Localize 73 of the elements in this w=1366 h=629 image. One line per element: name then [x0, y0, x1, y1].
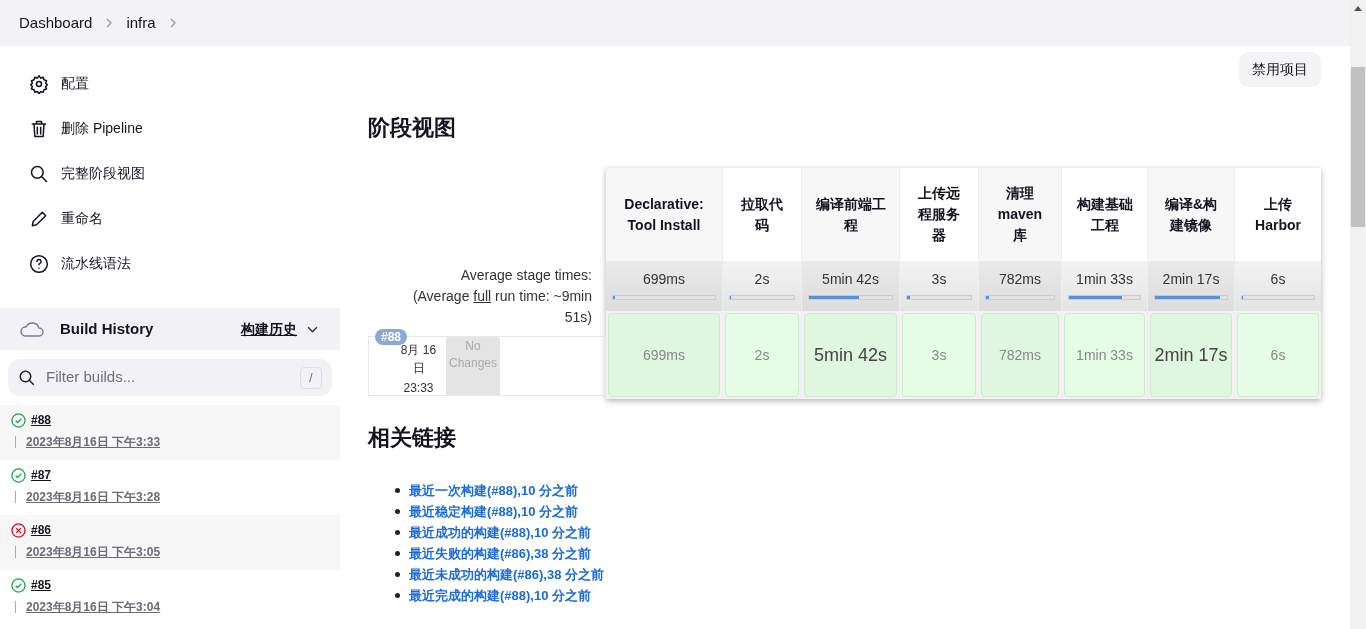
stage-average-cell: 2s: [723, 261, 801, 311]
stage-duration-cell: 5min 42s: [804, 313, 897, 397]
changes-box: No Changes: [446, 337, 500, 395]
stage-average-cell: 3s: [900, 261, 978, 311]
help-icon: [29, 253, 49, 274]
build-number-link[interactable]: #88: [31, 411, 52, 429]
bullet-icon: [395, 593, 400, 598]
disable-project-button[interactable]: 禁用项目: [1239, 52, 1321, 87]
search-icon: [29, 163, 49, 184]
stage-header: 编译前端工程: [802, 168, 899, 261]
bullet-icon: [395, 572, 400, 577]
stage-duration-cell: 2s: [725, 313, 799, 397]
sidebar-item[interactable]: 流水线语法: [0, 241, 340, 286]
scroll-up-icon: [1354, 6, 1362, 11]
bullet-icon: [395, 488, 400, 493]
build-history-title: Build History: [60, 318, 154, 339]
related-link[interactable]: 最近成功的构建(#88),10 分之前: [409, 522, 592, 543]
average-stage-times-label: Average stage times:: [459, 266, 592, 285]
stage-header: 上传 Harbor: [1235, 168, 1321, 261]
related-link[interactable]: 最近一次构建(#88),10 分之前: [409, 480, 579, 501]
stage-header: 清理 maven 库: [979, 168, 1061, 261]
build-date: 8月 16 日: [399, 342, 438, 377]
keyboard-shortcut: /: [300, 366, 322, 389]
trash-icon: [29, 118, 49, 139]
sidebar-item[interactable]: 完整阶段视图: [0, 151, 340, 196]
stage-duration-cell: 782ms: [981, 313, 1059, 397]
search-icon: [18, 368, 36, 387]
full-link[interactable]: full: [473, 288, 492, 304]
build-number-link[interactable]: #87: [31, 466, 52, 484]
section-heading: 相关链接: [368, 424, 457, 452]
stage-average-cell: 5min 42s: [802, 261, 899, 311]
sidebar-item[interactable]: 删除 Pipeline: [0, 106, 340, 151]
scrollbar-thumb[interactable]: [1351, 67, 1365, 227]
stage-duration-cell: 2min 17s: [1150, 313, 1232, 397]
stage-duration-cell: 699ms: [608, 313, 720, 397]
related-link[interactable]: 最近完成的构建(#88),10 分之前: [409, 585, 592, 606]
build-number-link[interactable]: #85: [31, 576, 52, 594]
build-row[interactable]: #88 2023年8月16日 下午3:33: [0, 405, 340, 460]
stage-average-cell: 6s: [1235, 261, 1321, 311]
build-date-link[interactable]: 2023年8月16日 下午3:05: [26, 543, 161, 561]
build-time: 23:33: [403, 380, 434, 397]
bullet-icon: [395, 530, 400, 535]
stage-average-cell: 1min 33s: [1062, 261, 1147, 311]
scrollbar[interactable]: [1350, 0, 1366, 629]
sidebar-item[interactable]: 重命名: [0, 196, 340, 241]
average-run-time-label: (Average full run time: ~9min 51s): [411, 287, 592, 327]
breadcrumb-link[interactable]: infra: [126, 11, 156, 35]
section-heading: 阶段视图: [368, 114, 457, 142]
sidebar-item[interactable]: 配置: [0, 61, 340, 106]
build-date-link[interactable]: 2023年8月16日 下午3:04: [26, 598, 161, 616]
stage-average-cell: 782ms: [979, 261, 1061, 311]
related-link[interactable]: 最近稳定构建(#88),10 分之前: [409, 501, 579, 522]
filter-input[interactable]: Filter builds...: [46, 366, 290, 389]
stage-average-cell: 699ms: [606, 261, 722, 311]
stage-header: 编译&构建镜像: [1148, 168, 1234, 261]
stage-duration-cell: 6s: [1237, 313, 1319, 397]
build-date-link[interactable]: 2023年8月16日 下午3:33: [26, 433, 161, 451]
build-history-link[interactable]: 构建历史: [241, 318, 297, 340]
build-number-link[interactable]: #86: [31, 521, 52, 539]
filter-field[interactable]: Filter builds... /: [8, 359, 332, 396]
related-link[interactable]: 最近未成功的构建(#86),38 分之前: [409, 564, 605, 585]
cloud-icon: [19, 320, 45, 338]
settings-icon: [29, 73, 49, 94]
stage-header: Declarative: Tool Install: [606, 168, 722, 261]
stage-duration-cell: 1min 33s: [1064, 313, 1145, 397]
related-link[interactable]: 最近失败的构建(#86),38 分之前: [409, 543, 592, 564]
stage-duration-cell: 3s: [902, 313, 976, 397]
breadcrumb-link[interactable]: Dashboard: [19, 11, 93, 35]
stage-average-cell: 2min 17s: [1148, 261, 1234, 311]
build-row[interactable]: #86 2023年8月16日 下午3:05: [0, 515, 340, 570]
bullet-icon: [395, 509, 400, 514]
build-date-link[interactable]: 2023年8月16日 下午3:28: [26, 488, 161, 506]
bullet-icon: [395, 551, 400, 556]
